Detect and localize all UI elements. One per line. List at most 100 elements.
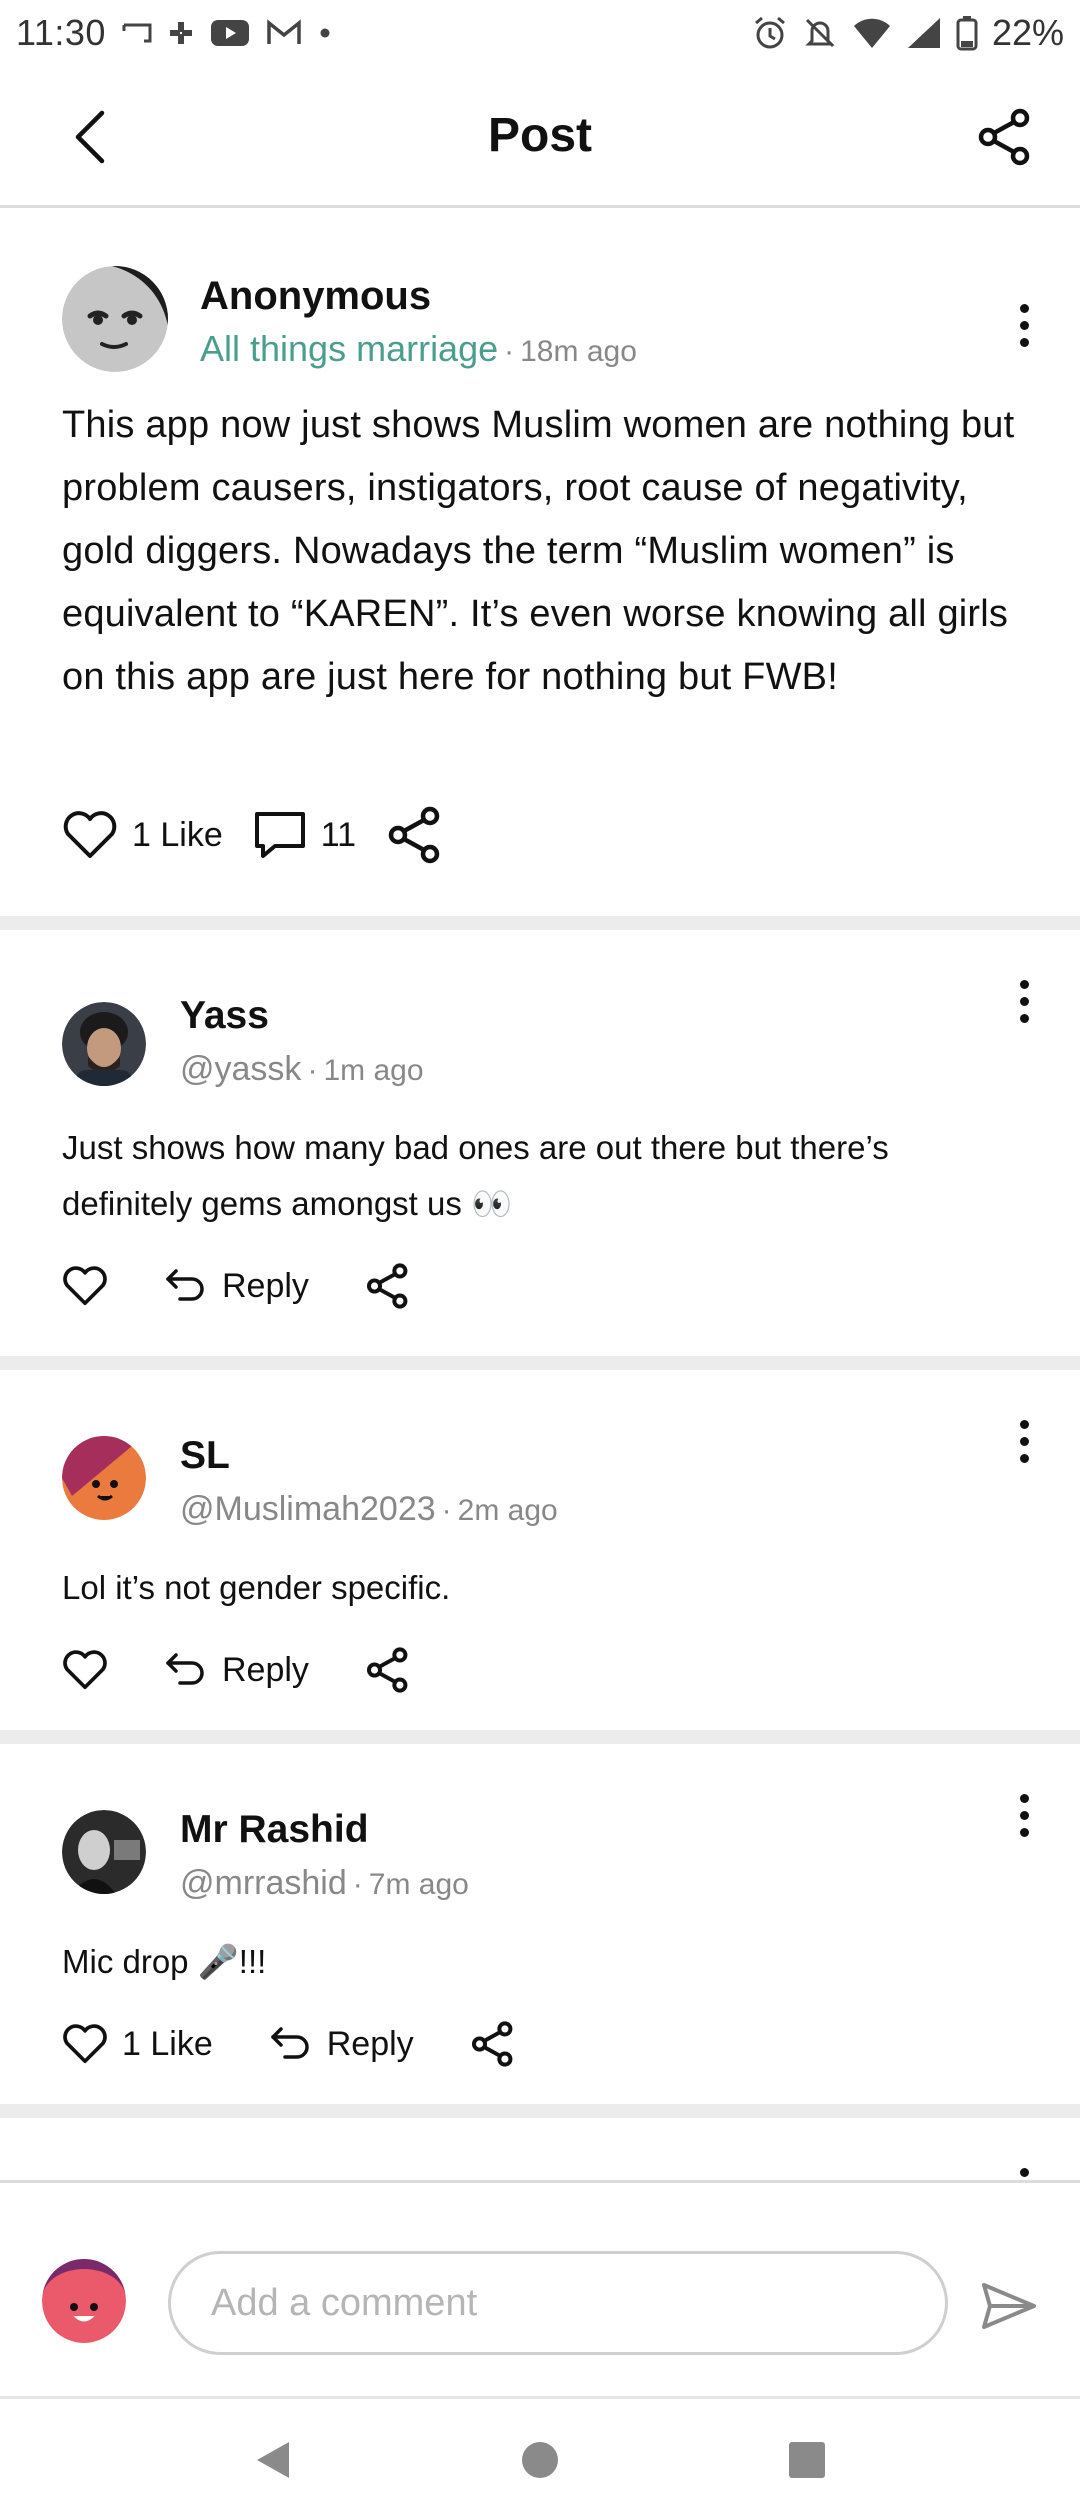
comment-avatar[interactable] bbox=[62, 1436, 146, 1520]
meta-separator: · bbox=[352, 1868, 363, 1901]
youtube-icon bbox=[210, 13, 250, 53]
comment-composer bbox=[0, 2180, 1080, 2396]
nav-back-button[interactable] bbox=[243, 2430, 303, 2490]
slack-icon bbox=[168, 13, 194, 53]
comment-handle[interactable]: @Muslimah2023 bbox=[180, 1490, 436, 1529]
system-nav-bar bbox=[0, 2396, 1080, 2520]
post-actions: 1 Like 11 bbox=[62, 800, 1020, 870]
reply-arrow-icon bbox=[166, 1653, 204, 1685]
comments-button[interactable]: 11 bbox=[253, 810, 356, 860]
comment-body-text: Just shows how many bad ones are out the… bbox=[62, 1129, 889, 1222]
comment-time: 7m ago bbox=[368, 1868, 469, 1901]
anonymous-avatar[interactable] bbox=[62, 266, 168, 372]
triangle-back-icon bbox=[257, 2441, 290, 2478]
comment-handle[interactable]: @yassk bbox=[180, 1050, 301, 1089]
comment-more-button[interactable] bbox=[1004, 966, 1044, 1036]
nav-home-button[interactable] bbox=[510, 2430, 570, 2490]
comment-like-button[interactable] bbox=[62, 1265, 108, 1307]
cast-icon bbox=[122, 13, 152, 53]
post-body-text: This app now just shows Muslim women are… bbox=[62, 404, 1015, 698]
share-icon bbox=[388, 806, 440, 864]
heart-icon bbox=[63, 1266, 107, 1306]
signal-icon bbox=[906, 13, 942, 53]
heart-icon bbox=[63, 2024, 107, 2064]
comment-meta: @yassk · 1m ago bbox=[180, 1050, 424, 1089]
share-icon bbox=[978, 108, 1030, 166]
send-button[interactable] bbox=[974, 2271, 1044, 2341]
comment-author-name[interactable]: Yass bbox=[180, 994, 269, 1038]
reply-arrow-icon bbox=[166, 1269, 204, 1301]
comment-body-text: Mic drop 🎤!!! bbox=[62, 1943, 267, 1980]
share-icon bbox=[366, 1263, 408, 1309]
post-share-button[interactable] bbox=[386, 806, 444, 864]
back-button[interactable] bbox=[60, 102, 120, 172]
comment-author-name[interactable]: SL bbox=[180, 1434, 230, 1478]
comment-actions: Reply bbox=[62, 1256, 1020, 1316]
section-divider bbox=[0, 1356, 1080, 1370]
like-count-label: 1 Like bbox=[132, 815, 223, 854]
wifi-icon bbox=[852, 13, 892, 53]
reply-label: Reply bbox=[222, 1266, 309, 1305]
meta-separator: · bbox=[504, 335, 515, 368]
gmail-icon bbox=[266, 13, 302, 53]
square-recents-icon bbox=[788, 2441, 825, 2478]
circle-home-icon bbox=[521, 2441, 558, 2478]
comment-input[interactable] bbox=[168, 2251, 948, 2355]
comment-share-button[interactable] bbox=[365, 1647, 411, 1693]
nav-recents-button[interactable] bbox=[777, 2430, 837, 2490]
comment-more-button[interactable] bbox=[1004, 2150, 1044, 2180]
meta-separator: · bbox=[307, 1054, 318, 1087]
battery-percent: 22% bbox=[991, 12, 1064, 53]
comment-reply-button[interactable]: Reply bbox=[269, 2025, 414, 2064]
battery-icon bbox=[956, 13, 978, 53]
dot-icon bbox=[318, 13, 332, 53]
status-time: 11:30 bbox=[16, 12, 106, 53]
reply-arrow-icon bbox=[270, 2027, 309, 2059]
share-icon bbox=[471, 2021, 513, 2067]
reply-label: Reply bbox=[326, 2024, 414, 2063]
post-card: Anonymous All things marriage · 18m ago … bbox=[0, 208, 1080, 916]
section-divider bbox=[0, 916, 1080, 930]
comment-actions: 1 Like Reply bbox=[62, 2014, 1020, 2074]
send-icon bbox=[982, 2283, 1036, 2329]
community-link[interactable]: All things marriage bbox=[200, 328, 498, 370]
alarm-icon bbox=[752, 13, 788, 53]
comment-item: SL @Muslimah2023 · 2m ago Lol it’s not g… bbox=[0, 1370, 1080, 1730]
comment-reply-button[interactable]: Reply bbox=[164, 1651, 309, 1690]
comment-reply-button[interactable]: Reply bbox=[164, 1267, 309, 1306]
post-time: 18m ago bbox=[520, 335, 637, 368]
post-meta: All things marriage · 18m ago bbox=[200, 328, 637, 370]
status-bar: 11:30 22% bbox=[0, 0, 1080, 66]
comment-share-button[interactable] bbox=[470, 2021, 516, 2067]
like-button[interactable]: 1 Like bbox=[62, 810, 223, 860]
comment-handle[interactable]: @mrrashid bbox=[180, 1864, 347, 1903]
share-post-button[interactable] bbox=[970, 102, 1040, 172]
comment-meta: @mrrashid · 7m ago bbox=[180, 1864, 469, 1903]
comment-avatar[interactable] bbox=[62, 1002, 146, 1086]
comment-count: 11 bbox=[320, 815, 357, 854]
meta-separator: · bbox=[441, 1494, 452, 1527]
comment-like-button[interactable] bbox=[62, 1649, 108, 1691]
comment-bubble-icon bbox=[254, 812, 305, 858]
heart-icon bbox=[63, 1650, 107, 1690]
comment-share-button[interactable] bbox=[365, 1263, 411, 1309]
reply-label: Reply bbox=[222, 1650, 309, 1689]
comment-item: Mr Rashid @mrrashid · 7m ago Mic drop 🎤!… bbox=[0, 1744, 1080, 2104]
like-count-label: 1 Like bbox=[122, 2024, 213, 2063]
comment-author-name[interactable]: Mr Rashid bbox=[180, 1808, 369, 1852]
post-more-button[interactable] bbox=[1004, 290, 1044, 360]
my-avatar[interactable] bbox=[42, 2259, 126, 2343]
comment-more-button[interactable] bbox=[1004, 1406, 1044, 1476]
post-author-name[interactable]: Anonymous bbox=[200, 274, 431, 319]
silent-bell-icon bbox=[802, 13, 838, 53]
comment-avatar[interactable] bbox=[62, 1810, 146, 1894]
heart-icon bbox=[63, 811, 117, 858]
comment-more-button[interactable] bbox=[1004, 1780, 1044, 1850]
comment-item: Yass @yassk · 1m ago Just shows how many… bbox=[0, 930, 1080, 1356]
comment-time: 2m ago bbox=[457, 1494, 558, 1527]
comment-actions: Reply bbox=[62, 1640, 1020, 1700]
comment-meta: @Muslimah2023 · 2m ago bbox=[180, 1490, 558, 1529]
comment-body-text: Lol it’s not gender specific. bbox=[62, 1569, 451, 1606]
section-divider bbox=[0, 1730, 1080, 1744]
comment-like-button[interactable]: 1 Like bbox=[62, 2023, 213, 2065]
